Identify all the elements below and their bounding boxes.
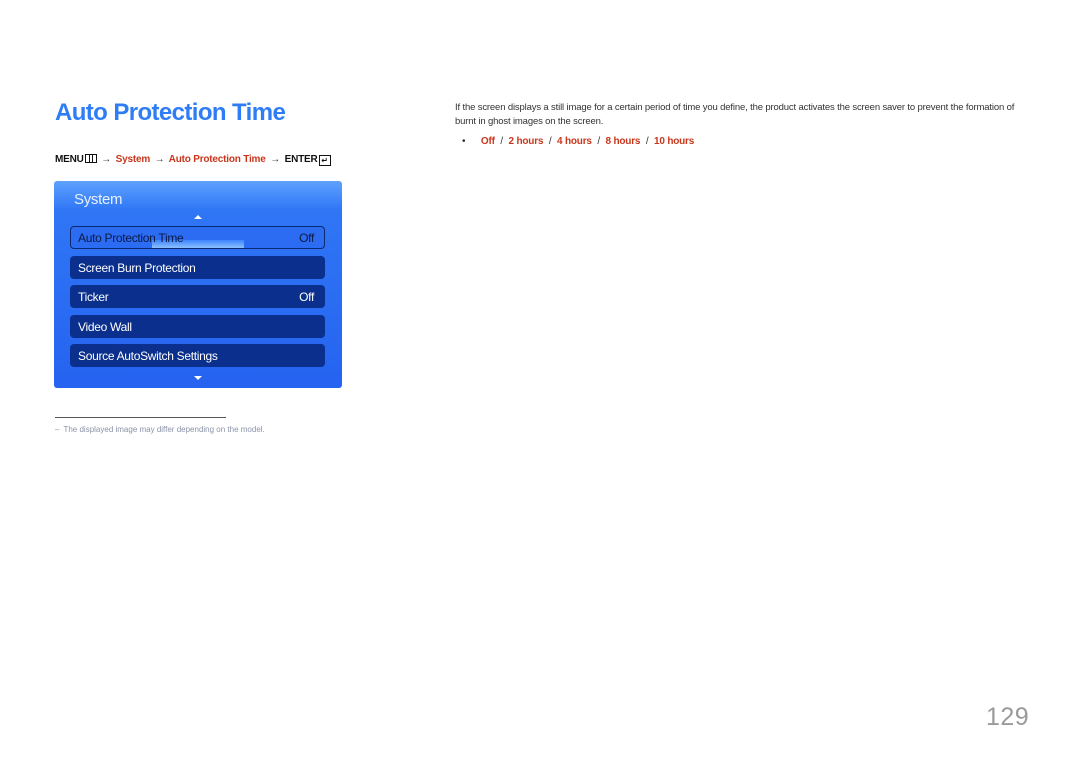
- option-2-hours: 2 hours: [508, 136, 544, 147]
- footnote-text: The displayed image may differ depending…: [63, 425, 265, 434]
- osd-item-ticker[interactable]: Ticker Off: [70, 285, 325, 308]
- osd-item-auto-protection-time[interactable]: Auto Protection Time Off: [70, 226, 325, 249]
- osd-item-label: Source AutoSwitch Settings: [78, 349, 218, 363]
- arrow: →: [154, 154, 165, 165]
- separator: /: [500, 136, 503, 147]
- footnote-dash: –: [55, 425, 60, 434]
- osd-item-source-autoswitch-settings[interactable]: Source AutoSwitch Settings: [70, 344, 325, 367]
- enter-icon: ↵: [318, 155, 331, 166]
- page-number: 129: [986, 703, 1030, 731]
- scroll-down-icon[interactable]: [194, 376, 202, 380]
- option-10-hours: 10 hours: [654, 136, 695, 147]
- page-title: Auto Protection Time: [55, 99, 286, 126]
- menu-step-auto-protection-time: Auto Protection Time: [168, 154, 266, 165]
- menu-path: MENU → System → Auto Protection Time → E…: [55, 154, 331, 166]
- osd-item-label: Video Wall: [78, 320, 132, 334]
- separator: /: [645, 136, 649, 147]
- osd-item-video-wall[interactable]: Video Wall: [70, 315, 325, 338]
- menu-label: MENU: [55, 154, 84, 165]
- osd-system-menu: System Auto Protection Time Off Screen B…: [54, 181, 342, 388]
- menu-icon: [84, 154, 97, 163]
- osd-item-screen-burn-protection[interactable]: Screen Burn Protection: [70, 256, 325, 279]
- enter-label: ENTER: [284, 154, 318, 165]
- option-8-hours: 8 hours: [605, 136, 641, 147]
- osd-menu-title: System: [74, 191, 123, 208]
- osd-item-label: Ticker: [78, 290, 109, 304]
- scroll-up-icon[interactable]: [194, 215, 202, 219]
- description: If the screen displays a still image for…: [455, 102, 1015, 127]
- menu-step-system: System: [115, 154, 151, 165]
- osd-item-value: Off: [299, 290, 314, 304]
- options-list: • Off / 2 hours / 4 hours / 8 hours / 10…: [462, 136, 694, 147]
- separator: /: [548, 136, 552, 147]
- bullet: •: [462, 136, 466, 147]
- footnote: – The displayed image may differ dependin…: [55, 425, 265, 434]
- separator: /: [597, 136, 600, 147]
- osd-item-label: Screen Burn Protection: [78, 261, 196, 275]
- arrow: →: [101, 154, 112, 165]
- option-off: Off: [480, 136, 495, 147]
- option-4-hours: 4 hours: [557, 136, 592, 147]
- arrow: →: [270, 154, 281, 165]
- osd-item-value: Off: [299, 231, 314, 245]
- osd-item-label: Auto Protection Time: [78, 231, 184, 245]
- footnote-divider: [55, 417, 226, 418]
